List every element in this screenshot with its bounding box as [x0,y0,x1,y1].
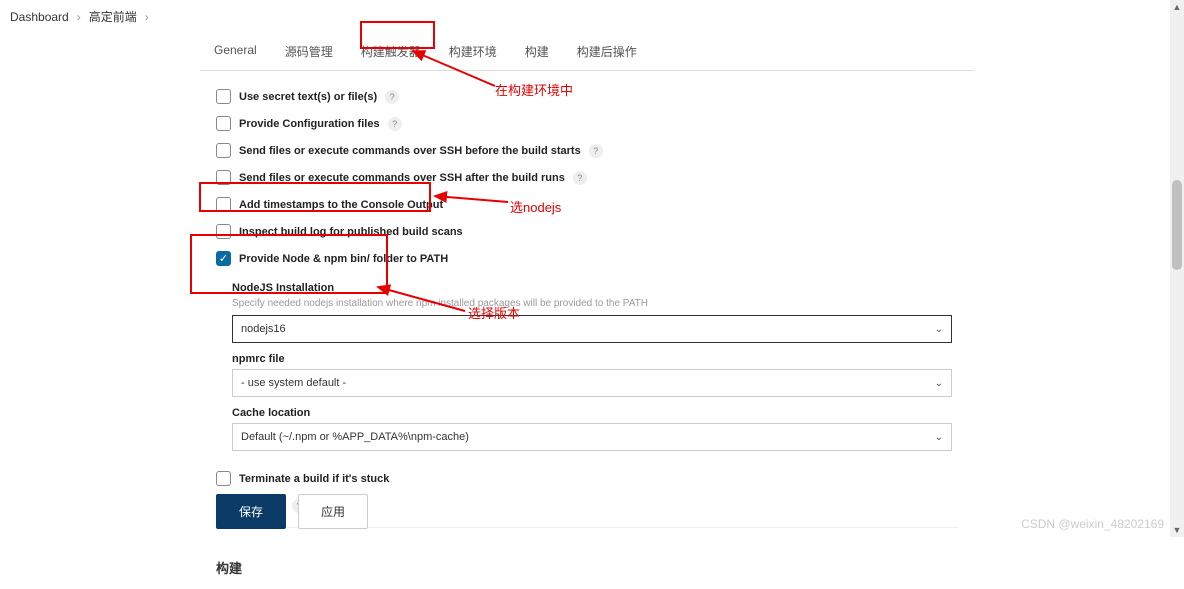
label-nodejs-installation: NodeJS Installation [232,282,974,294]
help-icon[interactable]: ? [385,90,399,104]
scrollbar-thumb[interactable] [1172,180,1182,270]
help-icon[interactable]: ? [573,171,587,185]
tab-build[interactable]: 构建 [511,33,563,70]
hint-nodejs-installation: Specify needed nodejs installation where… [232,298,974,309]
label-timestamps: Add timestamps to the Console Output [239,199,443,211]
scroll-up-icon[interactable]: ▲ [1170,0,1184,14]
select-value: nodejs16 [241,323,286,335]
label-node-path: Provide Node & npm bin/ folder to PATH [239,253,448,265]
section-build-title: 构建 [216,558,974,577]
checkbox-timestamps[interactable] [216,197,231,212]
tab-general[interactable]: General [200,33,271,70]
label-provide-config: Provide Configuration files [239,118,380,130]
label-inspect-log: Inspect build log for published build sc… [239,226,463,238]
tab-scm[interactable]: 源码管理 [271,33,347,70]
help-icon[interactable]: ? [388,117,402,131]
label-terminate: Terminate a build if it's stuck [239,473,389,485]
chevron-down-icon: ⌄ [935,432,943,443]
checkbox-provide-config[interactable] [216,116,231,131]
save-button[interactable]: 保存 [216,494,286,529]
chevron-down-icon: ⌄ [935,378,943,389]
breadcrumb-dashboard[interactable]: Dashboard [10,10,69,24]
label-cache-location: Cache location [232,407,974,419]
select-nodejs-installation[interactable]: nodejs16 ⌄ [232,315,952,343]
tab-postbuild[interactable]: 构建后操作 [563,33,651,70]
config-tabs: General 源码管理 构建触发器 构建环境 构建 构建后操作 [200,33,974,71]
scrollbar[interactable]: ▲ ▼ [1170,0,1184,537]
chevron-right-icon: › [145,10,149,24]
tab-build-env[interactable]: 构建环境 [435,33,511,70]
checkbox-ssh-after[interactable] [216,170,231,185]
chevron-down-icon: ⌄ [935,324,943,335]
scroll-down-icon[interactable]: ▼ [1170,523,1184,537]
label-npmrc-file: npmrc file [232,353,974,365]
label-ssh-after: Send files or execute commands over SSH … [239,172,565,184]
breadcrumb-project[interactable]: 高定前端 [89,8,137,25]
breadcrumb: Dashboard › 高定前端 › [0,0,1184,33]
label-ssh-before: Send files or execute commands over SSH … [239,145,581,157]
checkbox-inspect-log[interactable] [216,224,231,239]
select-value: Default (~/.npm or %APP_DATA%\npm-cache) [241,431,469,443]
tab-triggers[interactable]: 构建触发器 [347,33,435,70]
checkbox-terminate[interactable] [216,471,231,486]
select-cache-location[interactable]: Default (~/.npm or %APP_DATA%\npm-cache)… [232,423,952,451]
apply-button[interactable]: 应用 [298,494,368,529]
chevron-right-icon: › [77,10,81,24]
checkbox-use-secret[interactable] [216,89,231,104]
help-icon[interactable]: ? [589,144,603,158]
select-value: - use system default - [241,377,346,389]
select-npmrc-file[interactable]: - use system default - ⌄ [232,369,952,397]
checkbox-ssh-before[interactable] [216,143,231,158]
nodejs-config: NodeJS Installation Specify needed nodej… [232,282,974,451]
checkbox-node-path[interactable] [216,251,231,266]
label-use-secret: Use secret text(s) or file(s) [239,91,377,103]
